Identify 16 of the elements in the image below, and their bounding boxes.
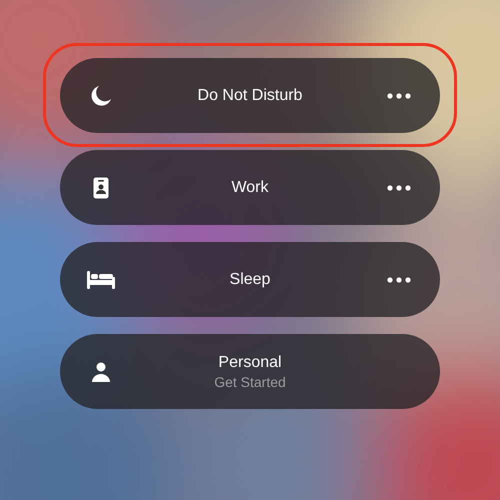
focus-mode-item[interactable]: Work [60,150,440,225]
focus-mode-label: Sleep [230,270,270,288]
focus-mode-status: Get Started [214,374,286,390]
bed-icon [87,270,115,288]
focus-mode-item[interactable]: Sleep [60,242,440,317]
more-icon[interactable] [387,184,411,190]
person-icon [92,362,110,382]
focus-mode-label: Work [231,178,269,196]
more-icon[interactable] [387,92,411,98]
focus-mode-label: Do Not Disturb [198,86,302,104]
focus-mode-label: Personal [218,354,282,372]
focus-mode-item[interactable]: Personal Get Started [60,334,440,409]
more-icon[interactable] [387,276,411,282]
id-badge-icon [93,176,109,198]
moon-icon [90,84,112,106]
focus-mode-item[interactable]: Do Not Disturb [60,58,440,133]
